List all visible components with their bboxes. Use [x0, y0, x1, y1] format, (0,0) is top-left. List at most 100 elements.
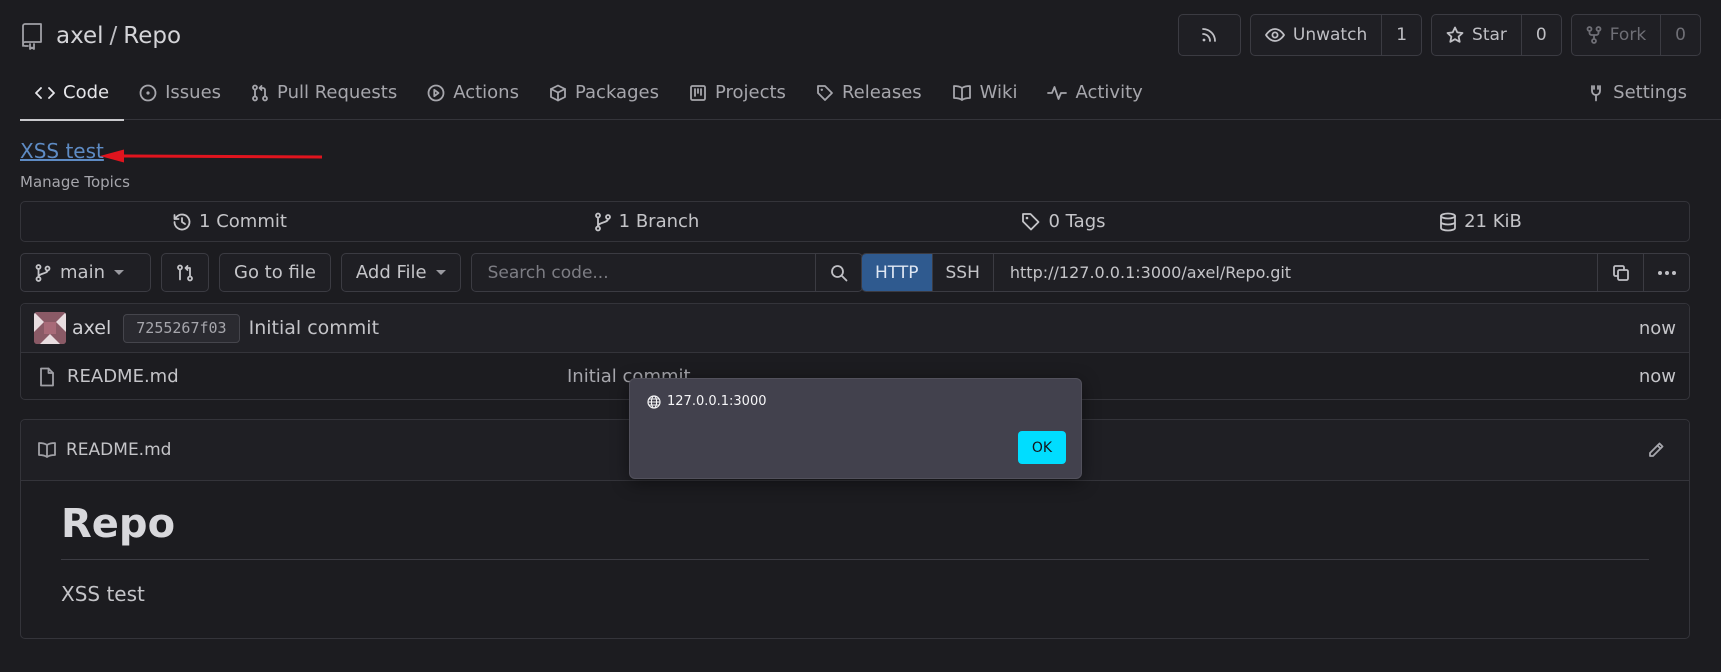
project-icon — [689, 84, 707, 102]
go-to-file-button[interactable]: Go to file — [219, 253, 331, 292]
repo-name-link[interactable]: Repo — [123, 23, 181, 49]
issue-icon — [139, 84, 157, 102]
star-button-group: Star 0 — [1431, 14, 1562, 56]
fork-icon — [1586, 26, 1602, 44]
tab-label: Packages — [574, 82, 659, 103]
ellipsis-icon — [1657, 270, 1677, 276]
branch-name: main — [60, 262, 105, 283]
alert-ok-button[interactable]: OK — [1018, 431, 1066, 464]
tab-label: Code — [63, 82, 110, 103]
more-options-button[interactable] — [1643, 254, 1689, 291]
clone-url-field[interactable]: http://127.0.0.1:3000/axel/Repo.git — [994, 254, 1597, 291]
http-protocol-button[interactable]: HTTP — [862, 254, 933, 291]
copy-icon — [1612, 264, 1630, 282]
tab-issues[interactable]: Issues — [124, 66, 236, 120]
pull-request-icon — [251, 84, 269, 102]
readme-paragraph: XSS test — [61, 582, 145, 606]
book-icon — [952, 84, 972, 102]
repo-stats-bar: 1 Commit 1 Branch 0 Tags 21 KiB — [20, 201, 1690, 242]
tag-icon — [816, 84, 834, 102]
readme-content: Repo XSS test — [21, 481, 1689, 626]
database-icon — [1439, 212, 1457, 232]
tab-actions[interactable]: Actions — [412, 66, 534, 120]
tab-packages[interactable]: Packages — [534, 66, 674, 120]
history-icon — [172, 212, 192, 232]
repo-owner-link[interactable]: axel — [56, 23, 104, 49]
readme-filename[interactable]: README.md — [66, 440, 171, 460]
rss-icon — [1200, 26, 1218, 44]
tag-icon — [1021, 212, 1041, 232]
tab-activity[interactable]: Activity — [1032, 66, 1157, 120]
fork-label: Fork — [1609, 25, 1647, 45]
eye-icon — [1264, 27, 1285, 43]
watch-button-group: Unwatch 1 — [1249, 14, 1423, 56]
tab-releases[interactable]: Releases — [801, 66, 937, 120]
search-icon — [830, 264, 848, 282]
file-commit-time: now — [1638, 366, 1676, 387]
alert-dialog: 127.0.0.1:3000 OK — [629, 378, 1082, 479]
file-toolbar: main Go to file Add File — [20, 253, 863, 292]
repo-actions: Unwatch 1 Star 0 Fork 0 — [1177, 14, 1701, 56]
forks-count[interactable]: 0 — [1660, 15, 1700, 55]
branches-stat[interactable]: 1 Branch — [438, 211, 855, 232]
file-name-link[interactable]: README.md — [67, 366, 179, 387]
tab-label: Projects — [714, 82, 786, 103]
star-button[interactable]: Star — [1432, 15, 1521, 55]
tags-stat[interactable]: 0 Tags — [855, 211, 1272, 232]
star-icon — [1446, 26, 1464, 44]
unwatch-button[interactable]: Unwatch — [1251, 15, 1381, 55]
manage-topics-link[interactable]: Manage Topics — [20, 173, 130, 191]
edit-readme-button[interactable] — [1647, 441, 1665, 459]
tab-projects[interactable]: Projects — [674, 66, 801, 120]
avatar[interactable] — [34, 312, 66, 344]
repo-icon — [20, 22, 44, 50]
book-icon — [37, 441, 57, 459]
path-separator: / — [109, 23, 118, 49]
pulse-icon — [1047, 85, 1068, 101]
package-icon — [549, 84, 567, 102]
pencil-icon — [1647, 441, 1665, 459]
fork-button-group: Fork 0 — [1570, 14, 1701, 56]
code-search-input[interactable] — [471, 254, 815, 291]
tools-icon — [1587, 84, 1605, 102]
file-icon — [39, 367, 55, 387]
commit-sha[interactable]: 7255267f03 — [123, 313, 240, 343]
compare-button[interactable] — [161, 253, 209, 292]
compare-icon — [176, 264, 194, 282]
annotation-arrow-icon — [100, 149, 323, 163]
latest-commit-row: axel 7255267f03 Initial commit now — [21, 304, 1689, 352]
globe-icon — [647, 394, 661, 409]
unwatch-label: Unwatch — [1292, 25, 1368, 45]
commit-time: now — [1638, 317, 1676, 339]
tab-wiki[interactable]: Wiki — [937, 66, 1033, 120]
add-file-button[interactable]: Add File — [340, 253, 461, 292]
tab-label: Releases — [841, 82, 922, 103]
commit-message[interactable]: Initial commit — [249, 317, 379, 339]
repo-description-link[interactable]: XSS test — [20, 139, 104, 163]
tab-pull-requests[interactable]: Pull Requests — [236, 66, 412, 120]
clone-panel: HTTP SSH http://127.0.0.1:3000/axel/Repo… — [861, 253, 1690, 292]
code-search — [470, 253, 863, 292]
copy-url-button[interactable] — [1597, 254, 1643, 291]
tab-code[interactable]: Code — [20, 66, 125, 121]
size-stat[interactable]: 21 KiB — [1272, 211, 1689, 232]
tab-settings[interactable]: Settings — [1572, 66, 1702, 120]
commits-stat[interactable]: 1 Commit — [21, 211, 438, 232]
chevron-down-icon — [435, 270, 446, 275]
watchers-count[interactable]: 1 — [1381, 15, 1421, 55]
tab-label: Actions — [453, 82, 519, 103]
branch-selector[interactable]: main — [20, 253, 151, 292]
tab-label: Settings — [1613, 82, 1687, 103]
chevron-down-icon — [113, 270, 124, 275]
commit-author[interactable]: axel — [72, 317, 111, 339]
repo-title: axel / Repo — [56, 23, 181, 49]
repo-header: axel / Repo — [20, 14, 181, 58]
rss-button[interactable] — [1177, 14, 1241, 56]
stars-count[interactable]: 0 — [1520, 15, 1561, 55]
ssh-protocol-button[interactable]: SSH — [933, 254, 994, 291]
repo-nav-tabs: Code Issues Pull Requests Actions Packag… — [20, 66, 1721, 121]
branch-icon — [35, 263, 51, 282]
fork-button[interactable]: Fork — [1572, 15, 1660, 55]
alert-origin: 127.0.0.1:3000 — [647, 394, 767, 409]
search-button[interactable] — [814, 254, 862, 291]
